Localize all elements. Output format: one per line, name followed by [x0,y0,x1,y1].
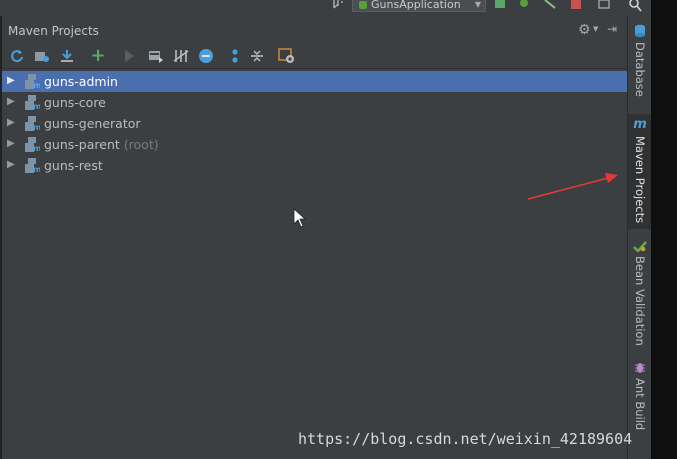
tab-maven-projects[interactable]: m Maven Projects [628,114,652,229]
maven-toolbar: + [2,44,627,69]
tab-database[interactable]: Database [628,24,652,97]
maven-module-icon: m [25,95,40,110]
expand-arrow-icon[interactable]: ▶ [7,138,15,149]
svg-text:m: m [33,102,40,110]
tree-item-label: guns-core [44,95,106,110]
maven-projects-panel: Maven Projects ⚙ ▼ ⇥ + ▶ m guns-admin ▶ … [2,16,627,459]
spring-boot-icon [359,1,367,9]
tab-label: Ant Build [633,378,647,431]
execute-goal-icon[interactable] [147,47,165,65]
svg-text:m: m [33,144,40,152]
expand-arrow-icon[interactable]: ▶ [7,75,15,86]
hide-panel-icon[interactable]: ⇥ [607,22,617,36]
run-config-select[interactable]: GunsApplication ▼ [352,0,486,12]
tree-item-guns-rest[interactable]: ▶ m guns-rest [2,155,627,176]
tree-item-label: guns-generator [44,116,141,131]
maven-module-icon: m [25,74,40,89]
search-everywhere-icon[interactable] [628,0,642,12]
tree-item-guns-core[interactable]: ▶ m guns-core [2,92,627,113]
expand-arrow-icon[interactable]: ▶ [7,117,15,128]
collapse-all-icon[interactable] [248,47,266,65]
chevron-down-icon: ▼ [474,0,481,9]
build-icon[interactable] [332,0,344,10]
svg-text:m: m [33,123,40,131]
gear-icon[interactable]: ⚙ [578,22,591,38]
tree-item-guns-admin[interactable]: ▶ m guns-admin [2,71,627,92]
maven-module-icon: m [25,116,40,131]
bean-validation-icon [633,241,647,252]
refresh-icon[interactable] [8,47,26,65]
window-edge-right [651,0,677,459]
tree-item-guns-generator[interactable]: ▶ m guns-generator [2,113,627,134]
ant-icon [635,363,645,373]
tree-item-guns-parent[interactable]: ▶ m guns-parent (root) [2,134,627,155]
show-dependencies-icon[interactable] [226,47,244,65]
right-tool-strip: Database m Maven Projects Bean Validatio… [627,16,652,459]
run-icon[interactable] [120,47,138,65]
maven-module-icon: m [25,137,40,152]
expand-arrow-icon[interactable]: ▶ [7,96,15,107]
generate-sources-icon[interactable] [33,47,51,65]
watermark-url: https://blog.csdn.net/weixin_42189604 [298,430,633,448]
tab-label: Database [633,42,647,97]
maven-project-tree: ▶ m guns-admin ▶ m guns-core ▶ m guns-ge… [2,71,627,176]
skip-tests-icon[interactable] [197,47,215,65]
tab-bean-validation[interactable]: Bean Validation [628,240,652,346]
coverage-icon[interactable] [544,0,556,10]
tab-label: Bean Validation [633,256,647,346]
download-icon[interactable] [58,47,76,65]
chevron-down-icon[interactable]: ▼ [593,25,598,33]
panel-header: Maven Projects ⚙ ▼ ⇥ [2,20,627,42]
root-suffix: (root) [123,137,159,152]
panel-title: Maven Projects [8,24,99,38]
expand-arrow-icon[interactable]: ▶ [7,159,15,170]
stop-icon[interactable] [570,0,582,10]
svg-text:m: m [33,165,40,173]
tab-ant-build[interactable]: Ant Build [628,362,652,430]
svg-text:m: m [33,81,40,89]
tab-label: Maven Projects [633,136,647,224]
database-icon [635,24,645,38]
run-icon[interactable] [494,0,506,10]
tree-item-label: guns-parent (root) [44,137,159,152]
project-structure-icon[interactable] [598,0,610,10]
ide-top-toolbar: GunsApplication ▼ [0,0,677,16]
add-icon[interactable]: + [89,47,107,65]
maven-module-icon: m [25,158,40,173]
toggle-offline-icon[interactable] [172,47,190,65]
run-config-label: GunsApplication [371,0,461,11]
tree-item-label: guns-rest [44,158,103,173]
mouse-cursor-icon [293,208,307,228]
debug-icon[interactable] [518,0,530,10]
settings-icon[interactable] [278,47,296,65]
tree-item-label: guns-admin [44,74,118,89]
maven-m-icon: m [633,117,647,132]
